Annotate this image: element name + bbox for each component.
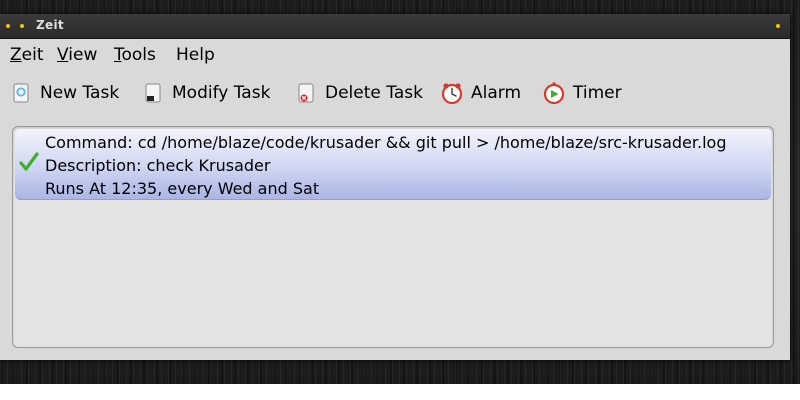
menu-zeit-label: eit <box>21 45 44 65</box>
task-schedule: Runs At 12:35, every Wed and Sat <box>45 179 320 198</box>
alarm-label: Alarm <box>471 83 522 103</box>
new-task-icon <box>10 82 32 104</box>
timer-label: Timer <box>573 83 622 103</box>
menu-bar: Zeit View Tools Help <box>0 39 790 67</box>
page-bottom-margin <box>0 384 800 400</box>
title-bar[interactable]: Zeit <box>0 14 790 39</box>
toolbar: New Task Modify Task Delete Task Alarm T… <box>0 74 790 110</box>
window-menu-dot-icon[interactable] <box>20 24 24 28</box>
window-menu-dot-icon[interactable] <box>6 24 10 28</box>
task-list[interactable]: Command: cd /home/blaze/code/krusader &&… <box>12 126 774 348</box>
delete-task-icon <box>295 82 317 104</box>
menu-zeit[interactable]: Zeit <box>10 45 44 65</box>
menu-view-label: iew <box>68 45 98 65</box>
delete-task-label: Delete Task <box>325 83 423 103</box>
menu-tools-accel: T <box>114 45 122 65</box>
menu-help-label: Help <box>176 45 215 65</box>
checkmark-icon <box>19 152 39 172</box>
alarm-button[interactable]: Alarm <box>441 80 521 106</box>
new-task-button[interactable]: New Task <box>10 80 119 106</box>
task-row[interactable]: Command: cd /home/blaze/code/krusader &&… <box>15 129 771 200</box>
modify-task-label: Modify Task <box>172 83 271 103</box>
timer-clock-icon <box>543 82 565 105</box>
timer-button[interactable]: Timer <box>543 80 622 106</box>
menu-tools[interactable]: Tools <box>114 45 156 65</box>
modify-task-icon <box>142 82 164 104</box>
zeit-window: Zeit Zeit View Tools Help New Task Modif… <box>0 14 790 360</box>
task-description: Description: check Krusader <box>45 156 271 175</box>
menu-zeit-accel: Z <box>10 45 22 65</box>
delete-task-button[interactable]: Delete Task <box>295 80 423 106</box>
menu-help[interactable]: Help <box>176 45 215 65</box>
menu-tools-label: ools <box>121 45 156 65</box>
menu-view[interactable]: View <box>57 45 97 65</box>
menu-view-accel: V <box>57 45 69 65</box>
modify-task-button[interactable]: Modify Task <box>142 80 270 106</box>
new-task-label: New Task <box>40 83 120 103</box>
task-command: Command: cd /home/blaze/code/krusader &&… <box>45 133 727 152</box>
window-control-dot-icon[interactable] <box>776 24 780 28</box>
window-title: Zeit <box>36 18 64 32</box>
alarm-clock-icon <box>441 82 463 105</box>
